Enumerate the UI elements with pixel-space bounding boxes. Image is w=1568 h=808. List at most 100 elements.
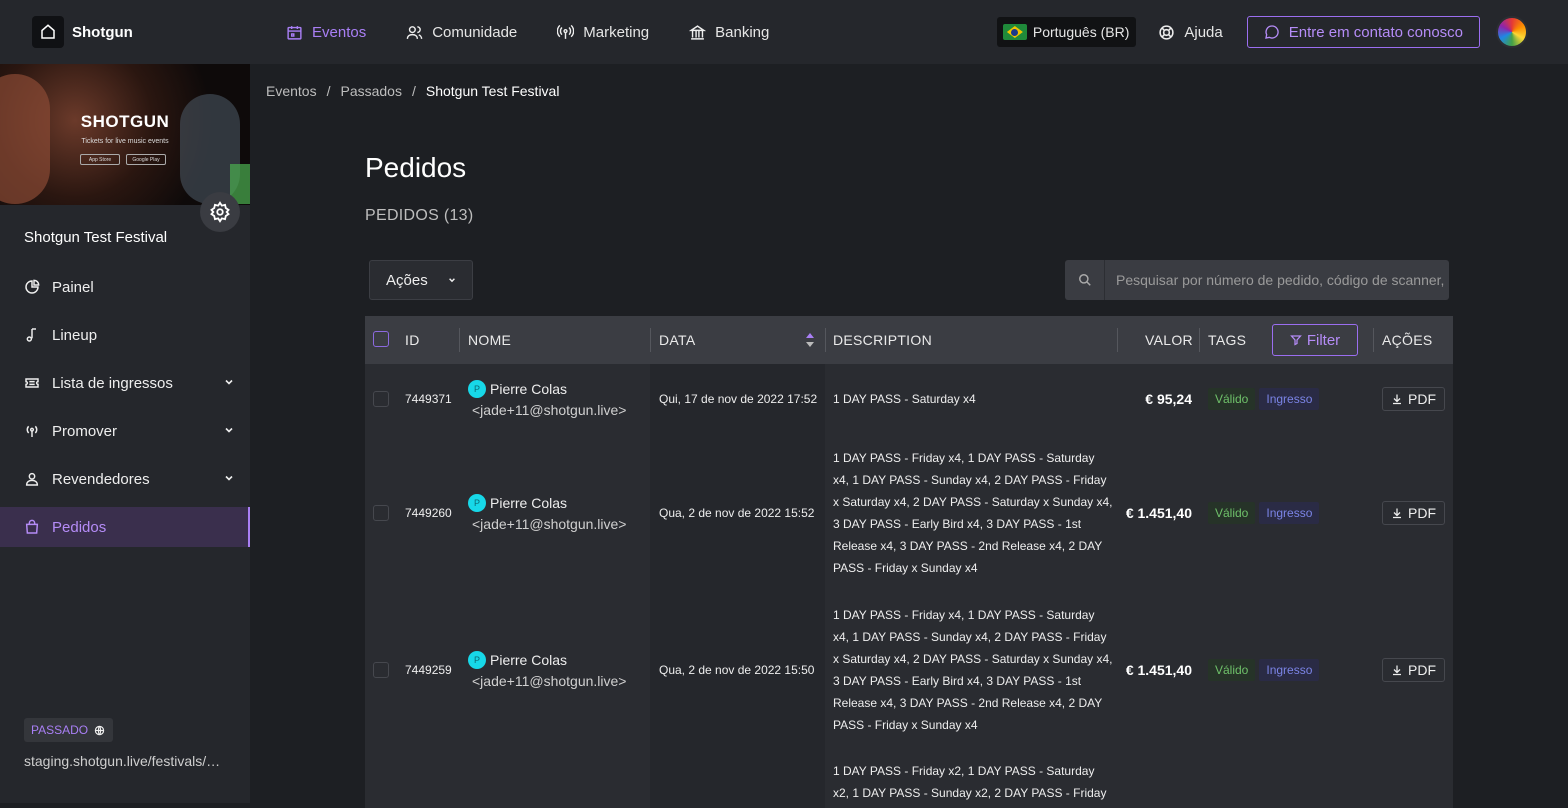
breadcrumb-item-current: Shotgun Test Festival bbox=[425, 83, 560, 99]
select-all-checkbox[interactable] bbox=[373, 331, 389, 347]
filter-label: Filter bbox=[1306, 331, 1341, 349]
event-settings-button[interactable] bbox=[200, 192, 240, 232]
sidebar-item-painel[interactable]: Painel bbox=[0, 267, 250, 307]
users-icon bbox=[406, 25, 423, 39]
pdf-download-button[interactable]: PDF bbox=[1382, 387, 1445, 411]
language-selector[interactable]: Português (BR) bbox=[996, 17, 1137, 47]
cover-logo: SHOTGUN bbox=[80, 112, 170, 131]
sidebar-item-revendedores[interactable]: Revendedores bbox=[0, 459, 250, 499]
app-store-badge: App Store bbox=[80, 154, 120, 165]
globe-icon bbox=[94, 725, 105, 735]
pie-chart-icon bbox=[25, 279, 40, 294]
top-right-controls: Português (BR) Ajuda Entre em contato co… bbox=[996, 16, 1528, 48]
shopping-bag-icon bbox=[25, 519, 39, 534]
order-description: 1 DAY PASS - Saturday x4 bbox=[833, 392, 976, 406]
type-badge-ticket: Ingresso bbox=[1259, 501, 1320, 524]
brand[interactable]: Shotgun bbox=[32, 16, 133, 48]
actions-dropdown[interactable]: Ações bbox=[369, 260, 473, 300]
status-badge-valid: Válido bbox=[1208, 388, 1256, 410]
table-row[interactable]: 7449260 P Pierre Colas <jade+11@shotgun.l… bbox=[365, 434, 1453, 591]
home-icon[interactable] bbox=[32, 16, 64, 48]
nav-eventos[interactable]: Eventos bbox=[286, 24, 366, 41]
row-checkbox[interactable] bbox=[373, 661, 389, 678]
search-input[interactable] bbox=[1105, 272, 1449, 288]
breadcrumb-separator: / bbox=[411, 83, 416, 99]
order-date: Qua, 2 de nov de 2022 15:50 bbox=[659, 662, 815, 677]
orders-count: PEDIDOS (13) bbox=[365, 207, 474, 224]
pdf-download-button[interactable]: PDF bbox=[1382, 500, 1445, 525]
sidebar-item-label: Lineup bbox=[52, 326, 98, 344]
breadcrumb: Eventos / Passados / Shotgun Test Festiv… bbox=[266, 83, 559, 99]
table-row[interactable]: 1 DAY PASS - Friday x2, 1 DAY PASS - Sat… bbox=[365, 748, 1453, 808]
nav-marketing[interactable]: Marketing bbox=[557, 24, 649, 41]
event-status-badge: PASSADO bbox=[24, 718, 114, 742]
page-title: Pedidos bbox=[365, 152, 467, 183]
help-link[interactable]: Ajuda bbox=[1158, 23, 1223, 41]
sidebar-item-lista-de-ingressos[interactable]: Lista de ingressos bbox=[0, 363, 250, 403]
customer-name[interactable]: Pierre Colas bbox=[490, 495, 567, 511]
order-value: € 95,24 bbox=[1145, 391, 1192, 407]
filter-icon bbox=[1289, 335, 1302, 346]
download-icon bbox=[1393, 394, 1401, 405]
order-id: 7449371 bbox=[405, 392, 452, 406]
column-header-date[interactable]: DATA bbox=[659, 316, 695, 364]
column-header-id: ID bbox=[405, 332, 420, 348]
sidebar-item-lineup[interactable]: Lineup bbox=[0, 315, 250, 355]
row-checkbox[interactable] bbox=[373, 391, 389, 407]
avatar: P bbox=[468, 493, 486, 512]
ticket-icon bbox=[25, 378, 39, 388]
column-header-value: VALOR bbox=[1145, 332, 1193, 348]
nav-label: Marketing bbox=[583, 23, 650, 41]
column-divider bbox=[1117, 328, 1118, 352]
filter-button[interactable]: Filter bbox=[1272, 324, 1358, 356]
customer-email: <jade+11@shotgun.live> bbox=[472, 515, 627, 532]
sidebar-nav: Painel Lineup Lista de ingressos Promove… bbox=[0, 267, 250, 555]
event-cover-image: SHOTGUN Tickets for live music events Ap… bbox=[0, 64, 250, 205]
order-value: € 1.451,40 bbox=[1125, 504, 1192, 521]
event-url-link[interactable]: staging.shotgun.live/festivals/shotgun-t… bbox=[24, 753, 224, 769]
column-divider bbox=[1199, 328, 1200, 352]
customer: P Pierre Colas <jade+11@shotgun.live> bbox=[468, 493, 627, 532]
customer: P Pierre Colas <jade+11@shotgun.live> bbox=[468, 380, 626, 418]
music-note-icon bbox=[26, 328, 36, 342]
customer-name[interactable]: Pierre Colas bbox=[490, 381, 567, 397]
order-description: 1 DAY PASS - Friday x2, 1 DAY PASS - Sat… bbox=[833, 764, 1107, 800]
lifebuoy-icon bbox=[1159, 24, 1175, 40]
contact-button[interactable]: Entre em contato conosco bbox=[1246, 16, 1480, 48]
pdf-label: PDF bbox=[1408, 661, 1436, 678]
table-row[interactable]: 7449371 P Pierre Colas <jade+11@shotgun.l… bbox=[365, 364, 1453, 434]
type-badge-ticket: Ingresso bbox=[1259, 388, 1320, 410]
nav-label: Comunidade bbox=[432, 23, 518, 41]
sidebar-item-pedidos[interactable]: Pedidos bbox=[0, 507, 250, 547]
breadcrumb-item-eventos[interactable]: Eventos bbox=[266, 83, 317, 99]
status-label: PASSADO bbox=[31, 723, 89, 737]
pdf-download-button[interactable]: PDF bbox=[1382, 657, 1445, 682]
breadcrumb-item-passados[interactable]: Passados bbox=[340, 83, 401, 99]
type-badge-ticket: Ingresso bbox=[1259, 658, 1320, 681]
sort-icon[interactable] bbox=[806, 333, 814, 347]
table-row[interactable]: 7449259 P Pierre Colas <jade+11@shotgun.l… bbox=[365, 591, 1453, 748]
user-avatar[interactable] bbox=[1496, 16, 1528, 48]
nav-comunidade[interactable]: Comunidade bbox=[406, 24, 517, 41]
chevron-down-icon bbox=[225, 379, 233, 385]
chevron-down-icon bbox=[225, 427, 233, 433]
top-bar: Shotgun Eventos Comunidade Marketing Ban… bbox=[0, 0, 1568, 64]
nav-banking[interactable]: Banking bbox=[689, 24, 769, 41]
row-checkbox[interactable] bbox=[373, 504, 389, 521]
column-header-description: DESCRIPTION bbox=[833, 332, 932, 348]
help-label: Ajuda bbox=[1184, 23, 1223, 41]
pdf-label: PDF bbox=[1408, 504, 1436, 521]
sidebar-item-promover[interactable]: Promover bbox=[0, 411, 250, 451]
column-header-tags: TAGS bbox=[1208, 332, 1247, 348]
table-header: ID NOME DATA DESCRIPTION VALOR TAGS Filt… bbox=[365, 316, 1453, 364]
order-id: 7449259 bbox=[405, 662, 452, 677]
calendar-icon bbox=[287, 25, 302, 40]
google-play-badge: Google Play bbox=[126, 154, 166, 165]
column-divider bbox=[459, 328, 460, 352]
status-badge-valid: Válido bbox=[1208, 658, 1256, 681]
sidebar-item-label: Revendedores bbox=[52, 470, 150, 488]
festival-name: Shotgun Test Festival bbox=[24, 229, 168, 246]
customer-name[interactable]: Pierre Colas bbox=[490, 652, 567, 668]
sidebar-item-label: Pedidos bbox=[52, 518, 107, 536]
customer-email: <jade+11@shotgun.live> bbox=[472, 672, 627, 689]
